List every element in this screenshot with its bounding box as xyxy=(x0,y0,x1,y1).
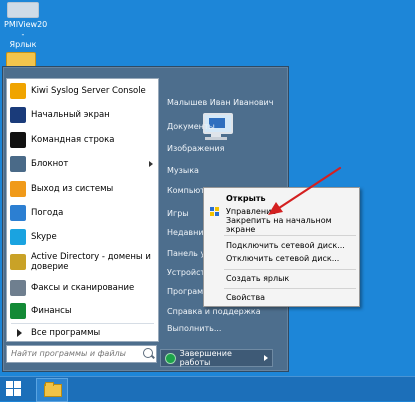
program-item-active-directory[interactable]: Active Directory - домены и доверие xyxy=(7,249,158,275)
shortcut-label-line2: Ярлык xyxy=(9,40,37,49)
program-item-start-screen[interactable]: Начальный экран xyxy=(7,104,158,126)
file-explorer-taskbar-button[interactable] xyxy=(36,378,68,402)
program-label: Командная строка xyxy=(31,135,115,145)
notepad-icon xyxy=(10,156,26,172)
context-item-disconnect-drive[interactable]: Отключить сетевой диск... xyxy=(204,252,359,265)
context-item-label: Открыть xyxy=(226,194,266,203)
red-annotation-arrow-icon xyxy=(268,166,342,215)
link-documents[interactable]: Документы xyxy=(167,122,215,131)
context-item-pin-start[interactable]: Закрепить на начальном экране xyxy=(204,215,359,234)
desktop: PMIView20 - Ярлык Kiwi Syslog Server Con… xyxy=(0,0,415,376)
link-music[interactable]: Музыка xyxy=(167,166,199,175)
program-label-line1: Active Directory - домены и xyxy=(31,252,151,262)
context-item-map-drive[interactable]: Подключить сетевой диск... xyxy=(204,239,359,252)
fax-icon xyxy=(10,280,26,296)
link-run[interactable]: Выполнить... xyxy=(167,324,221,333)
link-help[interactable]: Справка и поддержка xyxy=(167,307,261,316)
logoff-key-icon xyxy=(10,181,26,197)
program-label: Финансы xyxy=(31,306,72,316)
search-input[interactable] xyxy=(7,346,131,360)
link-user[interactable]: Малышев Иван Иванович xyxy=(167,98,273,107)
program-label-line2: доверие xyxy=(31,262,69,272)
skype-icon xyxy=(10,229,26,245)
search-box[interactable] xyxy=(6,345,157,363)
cmd-icon xyxy=(10,132,26,148)
program-label: Active Directory - домены и доверие xyxy=(31,252,151,272)
desktop-shortcut-pmiview[interactable]: PMIView20 - Ярлык xyxy=(4,2,48,50)
program-label: Блокнот xyxy=(31,159,69,169)
program-item-skype[interactable]: Skype xyxy=(7,226,158,248)
context-item-label: Закрепить на начальном экране xyxy=(226,215,332,234)
program-item-finance[interactable]: Финансы xyxy=(7,300,158,322)
context-item-label: Подключить сетевой диск... xyxy=(226,241,345,250)
context-item-create-shortcut[interactable]: Создать ярлык xyxy=(204,272,359,285)
weather-icon xyxy=(10,205,26,221)
link-control-panel[interactable]: Панель у xyxy=(167,249,205,258)
link-games[interactable]: Игры xyxy=(167,209,189,218)
shutdown-options-arrow-icon[interactable] xyxy=(260,349,273,367)
program-label: Начальный экран xyxy=(31,110,110,120)
kiwi-icon xyxy=(10,83,26,99)
program-item-logoff[interactable]: Выход из системы xyxy=(7,178,158,200)
shortcut-icon xyxy=(7,2,39,18)
taskbar xyxy=(0,376,415,402)
divider xyxy=(224,288,356,289)
windows-start-icon[interactable] xyxy=(6,381,22,397)
search-icon xyxy=(143,348,153,358)
program-label: Skype xyxy=(31,232,57,242)
context-item-properties[interactable]: Свойства xyxy=(204,291,359,304)
shutdown-label: Завершение работы xyxy=(179,349,232,367)
divider xyxy=(224,269,356,270)
program-item-weather[interactable]: Погода xyxy=(7,202,158,224)
program-item-kiwi[interactable]: Kiwi Syslog Server Console xyxy=(7,80,158,102)
start-menu-programs-list: Kiwi Syslog Server Console Начальный экр… xyxy=(6,78,159,342)
program-label: Погода xyxy=(31,208,64,218)
all-programs-label: Все программы xyxy=(31,327,101,338)
context-item-label: Создать ярлык xyxy=(226,274,290,283)
program-label: Выход из системы xyxy=(31,184,114,194)
submenu-arrow-icon[interactable] xyxy=(149,161,153,167)
finance-icon xyxy=(10,303,26,319)
shutdown-button[interactable]: Завершение работы xyxy=(160,349,262,367)
link-pictures[interactable]: Изображения xyxy=(167,144,224,153)
ad-icon xyxy=(10,254,26,270)
context-item-label: Отключить сетевой диск... xyxy=(226,254,340,263)
all-programs-button[interactable]: Все программы xyxy=(7,324,158,341)
context-item-label: Свойства xyxy=(226,293,266,302)
program-label: Kiwi Syslog Server Console xyxy=(31,86,146,96)
program-item-fax[interactable]: Факсы и сканирование xyxy=(7,277,158,299)
program-label: Факсы и сканирование xyxy=(31,283,135,293)
program-item-cmd[interactable]: Командная строка xyxy=(7,129,158,151)
uac-shield-icon xyxy=(210,207,219,217)
divider xyxy=(224,235,356,236)
program-item-notepad[interactable]: Блокнот xyxy=(7,153,158,175)
shortcut-label-line1: PMIView20 - xyxy=(4,20,48,39)
folder-icon xyxy=(44,382,62,397)
power-icon xyxy=(165,352,176,364)
triangle-right-icon xyxy=(17,328,22,337)
start-screen-icon xyxy=(10,107,26,123)
